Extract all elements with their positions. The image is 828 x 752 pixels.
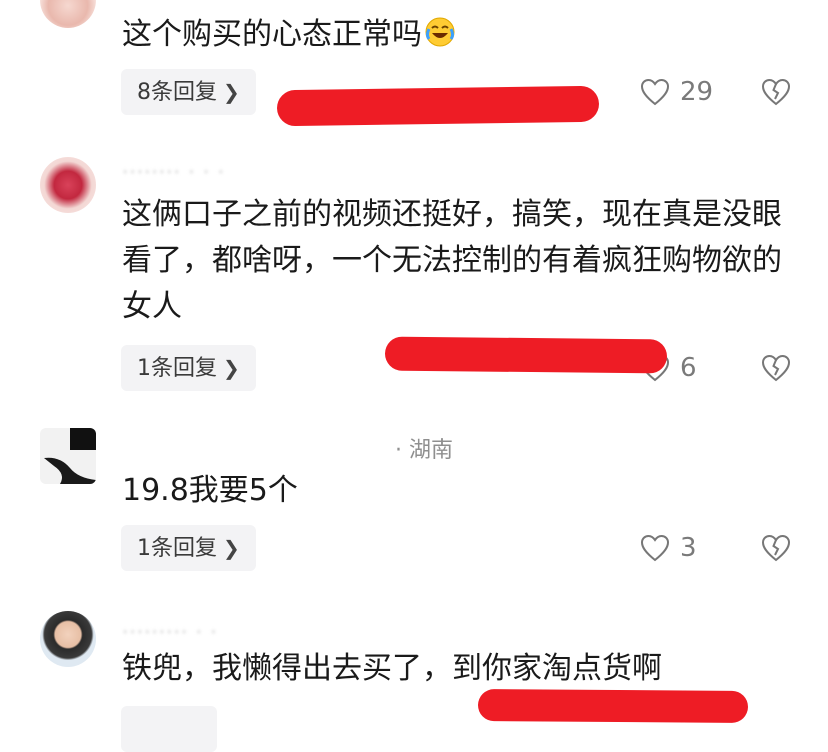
avatar[interactable]: [40, 0, 96, 28]
avatar[interactable]: [40, 611, 96, 667]
avatar[interactable]: [40, 428, 96, 484]
redaction-mark: [384, 336, 668, 374]
redaction-mark: [276, 85, 600, 127]
like-button[interactable]: 29: [640, 72, 713, 112]
comment-text: 这个购买的心态正常吗: [122, 12, 792, 62]
like-count: 29: [680, 77, 714, 107]
avatar[interactable]: [40, 157, 96, 213]
chevron-right-icon: ❯: [223, 356, 240, 380]
dislike-button[interactable]: [761, 528, 791, 568]
comment-text: 这俩口子之前的视频还挺好，搞笑，现在真是没眼看了，都啥呀，一个无法控制的有着疯狂…: [122, 197, 782, 324]
comment-meta: ········ · · ·: [122, 160, 226, 184]
comment-text: 19.8我要5个: [122, 473, 298, 508]
comment-text: 铁兜，我懒得出去买了，到你家淘点货啊: [122, 651, 662, 686]
location-label: · 湖南: [395, 438, 453, 463]
dislike-button[interactable]: [761, 348, 791, 388]
view-replies-button[interactable]: 1条回复 ❯: [121, 345, 256, 391]
avatar-image: [40, 428, 96, 484]
broken-heart-icon: [761, 354, 791, 382]
chevron-right-icon: ❯: [223, 536, 240, 560]
broken-heart-icon: [761, 534, 791, 562]
broken-heart-icon: [761, 78, 791, 106]
view-replies-button[interactable]: 1条回复 ❯: [121, 525, 256, 571]
like-count: 3: [680, 533, 697, 563]
heart-outline-icon: [640, 78, 670, 106]
chevron-right-icon: ❯: [223, 80, 240, 104]
heart-outline-icon: [640, 534, 670, 562]
dislike-button[interactable]: [761, 72, 791, 112]
comment-meta: · 湖南: [395, 432, 453, 464]
laughing-crying-emoji-icon: [424, 16, 456, 62]
like-count: 6: [680, 353, 697, 383]
like-button[interactable]: 3: [640, 528, 697, 568]
view-replies-button[interactable]: [121, 706, 217, 752]
view-replies-button[interactable]: 8条回复 ❯: [121, 69, 256, 115]
comment-meta: ········· · ·: [122, 620, 218, 644]
redaction-mark: [477, 689, 749, 723]
